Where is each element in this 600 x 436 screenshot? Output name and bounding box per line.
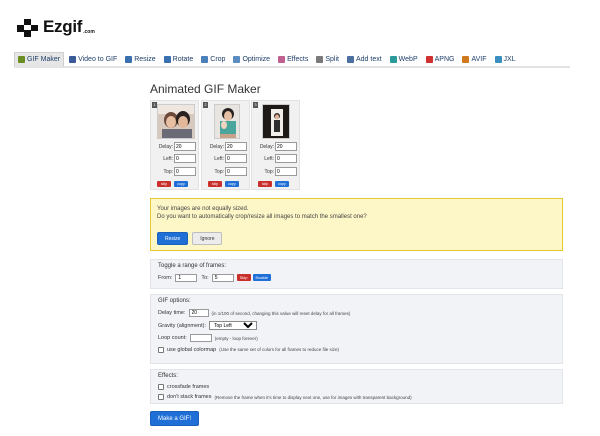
frame-number: 2 [203,102,208,108]
resize-icon [125,55,133,63]
effects-panel: Effects: crossfade frames don't stack fr… [150,369,563,404]
frame-copy-button[interactable]: copy [275,181,289,187]
frame-thumbnail[interactable] [214,104,240,139]
frame-delay-input[interactable] [174,142,196,151]
range-from-input[interactable] [175,273,198,282]
frame-thumbnail[interactable] [262,104,290,139]
frame-number: 3 [253,102,258,108]
nav-jxl[interactable]: JXL [492,52,519,66]
resize-button[interactable]: Resize [157,232,189,245]
video-to-gif-icon [69,55,77,63]
nav-resize[interactable]: Resize [122,52,158,66]
avif-icon [462,55,470,63]
nav-split[interactable]: Split [313,52,342,66]
frame-card: 3 Delay: Left: Top: skip copy [251,100,300,190]
nav-crop[interactable]: Crop [198,52,228,66]
page-title: Animated GIF Maker [150,82,261,96]
logo-text: Ezgif [43,17,83,36]
apng-icon [425,55,433,63]
webp-icon [389,55,397,63]
nav-webp[interactable]: WebP [387,52,421,66]
frame-left-input[interactable] [275,154,297,163]
frame-skip-button[interactable]: skip [258,181,272,187]
gif-maker-icon [18,56,25,63]
nav-avif[interactable]: AVIF [459,52,489,66]
frame-card: 2 Delay: Left: Top: skip copy [201,100,250,190]
make-gif-button[interactable]: Make a GIF! [150,411,200,426]
warning-line-2: Do you want to automatically crop/resize… [157,214,367,220]
frame-left-input[interactable] [225,154,247,163]
gravity-select[interactable]: Top Left [209,321,257,330]
loop-count-input[interactable] [189,334,212,342]
ezgif-logo[interactable]: Ezgif .com [17,17,95,37]
frame-skip-button[interactable]: skip [157,181,171,187]
gif-options-panel: GIF options: Delay time: (in 1/100 of se… [150,294,563,364]
nav-effects[interactable]: Effects [275,52,311,66]
crop-icon [201,55,209,63]
warning-line-1: Your images are not equally sized. [157,206,249,212]
range-enable-button[interactable]: Enable [252,274,271,281]
size-warning: Your images are not equally sized. Do yo… [150,198,563,251]
frame-left-input[interactable] [174,154,196,163]
nav-gif-maker[interactable]: GIF Maker [14,52,65,66]
add-text-icon [346,55,354,63]
crossfade-checkbox[interactable] [158,384,164,390]
frame-top-input[interactable] [275,167,297,176]
global-colormap-checkbox[interactable] [158,346,164,353]
main-nav: GIF Maker Video to GIF Resize Rotate Cro… [14,52,570,68]
effects-icon [278,55,286,63]
optimize-icon [233,55,241,63]
effects-heading: Effects: [158,373,178,379]
frame-delay-input[interactable] [225,142,247,151]
toggle-range-heading: Toggle a range of frames: [158,263,227,269]
frame-copy-button[interactable]: copy [225,181,239,187]
global-delay-input[interactable] [188,309,209,317]
gif-options-heading: GIF options: [158,298,191,304]
frame-delay-input[interactable] [275,142,297,151]
rotate-icon [163,55,171,63]
nav-add-text[interactable]: Add text [344,52,385,66]
dont-stack-checkbox[interactable] [158,394,164,400]
frame-top-input[interactable] [174,167,196,176]
ignore-button[interactable]: Ignore [192,232,223,245]
jxl-icon [494,55,502,63]
nav-apng[interactable]: APNG [423,52,458,66]
range-skip-button[interactable]: Skip [236,274,251,281]
frame-skip-button[interactable]: skip [208,181,222,187]
frame-thumbnail[interactable] [157,104,195,139]
frame-copy-button[interactable]: copy [174,181,188,187]
frame-top-input[interactable] [225,167,247,176]
nav-video-to-gif[interactable]: Video to GIF [66,52,120,66]
nav-optimize[interactable]: Optimize [230,52,273,66]
split-icon [316,55,324,63]
toggle-range-panel: Toggle a range of frames: From: To: Skip… [150,259,563,289]
logo-domain: .com [83,28,95,35]
nav-rotate[interactable]: Rotate [161,52,197,66]
range-to-input[interactable] [211,273,234,282]
logo-mark-icon [17,17,41,37]
main-content: Animated GIF Maker 1 Delay: Left: Top: [150,82,563,426]
frame-card: 1 Delay: Left: Top: skip copy [150,100,199,190]
